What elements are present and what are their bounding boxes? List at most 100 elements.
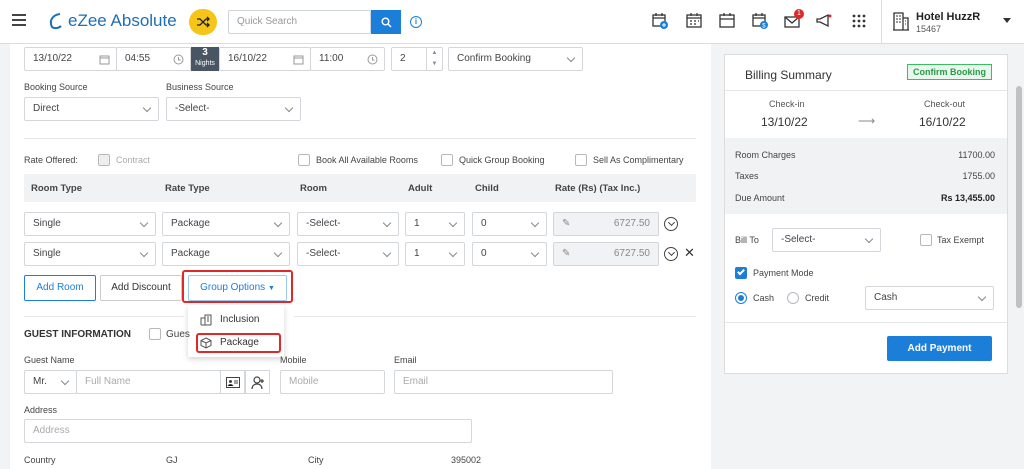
col-room-type: Room Type bbox=[31, 183, 83, 194]
checkin-time-field[interactable]: 04:55 bbox=[116, 47, 191, 71]
chevron-down-icon bbox=[273, 248, 283, 258]
rate-type-select[interactable]: Package bbox=[162, 242, 290, 266]
adult-select[interactable]: 1 bbox=[405, 212, 465, 236]
hotel-building-icon bbox=[893, 12, 909, 31]
room-value: -Select- bbox=[306, 248, 341, 259]
rate-field[interactable]: ✎ 6727.50 bbox=[553, 212, 659, 236]
header-divider bbox=[881, 0, 882, 44]
room-select[interactable]: -Select- bbox=[297, 212, 399, 236]
room-type-select[interactable]: Single bbox=[24, 212, 156, 236]
add-guest-button[interactable] bbox=[245, 370, 270, 394]
checkin-date-field[interactable]: 13/10/22 bbox=[24, 47, 117, 71]
chevron-down-icon bbox=[139, 248, 149, 258]
col-room: Room bbox=[300, 183, 327, 194]
info-icon[interactable]: i bbox=[410, 16, 422, 28]
chevron-down-icon bbox=[530, 218, 540, 228]
billing-summary-panel: Billing Summary Confirm Booking Check-in… bbox=[724, 54, 1008, 374]
rate-value: 6727.50 bbox=[613, 248, 650, 259]
id-card-button[interactable] bbox=[220, 370, 245, 394]
cash-label: Cash bbox=[753, 293, 775, 303]
rate-type-select[interactable]: Package bbox=[162, 212, 290, 236]
scrollbar[interactable] bbox=[1016, 86, 1022, 308]
app-logo[interactable]: eZee Absolute bbox=[48, 10, 177, 32]
country-label: Country bbox=[24, 455, 56, 465]
business-source-label: Business Source bbox=[166, 82, 234, 92]
search-icon bbox=[381, 17, 391, 27]
calendar-plus-icon[interactable] bbox=[651, 12, 669, 30]
chevron-down-icon bbox=[60, 376, 70, 386]
room-type-select[interactable]: Single bbox=[24, 242, 156, 266]
payment-type-select[interactable]: Cash bbox=[865, 286, 994, 310]
group-options-button[interactable]: Group Options ▼ bbox=[188, 275, 287, 301]
child-select[interactable]: 0 bbox=[472, 212, 547, 236]
credit-radio[interactable] bbox=[787, 292, 799, 304]
tax-exempt-checkbox[interactable] bbox=[920, 234, 932, 246]
hamburger-menu-icon[interactable] bbox=[12, 14, 26, 26]
chevron-down-icon bbox=[566, 53, 576, 63]
add-discount-button[interactable]: Add Discount bbox=[100, 275, 182, 301]
book-all-rooms-checkbox[interactable] bbox=[298, 154, 310, 166]
bill-to-value: -Select- bbox=[781, 234, 816, 245]
divider bbox=[725, 90, 1007, 91]
full-name-input[interactable]: Full Name bbox=[76, 370, 221, 394]
add-payment-button[interactable]: Add Payment bbox=[887, 336, 992, 361]
col-child: Child bbox=[475, 183, 499, 194]
hotel-dropdown-caret-icon[interactable] bbox=[1003, 18, 1011, 23]
checkout-label: Check-out bbox=[924, 99, 966, 109]
bill-to-select[interactable]: -Select- bbox=[772, 228, 881, 252]
checkin-date: 13/10/22 bbox=[761, 115, 808, 129]
rate-field[interactable]: ✎ 6727.50 bbox=[553, 242, 659, 266]
quick-group-booking-checkbox[interactable] bbox=[441, 154, 453, 166]
room-count-stepper[interactable]: 2 ▲ ▼ bbox=[391, 47, 443, 71]
address-input[interactable]: Address bbox=[24, 419, 472, 443]
divider bbox=[725, 322, 1007, 323]
room-charges-value: 11700.00 bbox=[958, 150, 995, 160]
inclusion-icon bbox=[200, 314, 212, 326]
checkout-time-field[interactable]: 11:00 bbox=[310, 47, 385, 71]
salutation-select[interactable]: Mr. bbox=[24, 370, 77, 394]
complimentary-checkbox[interactable] bbox=[575, 154, 587, 166]
calendar-dollar-icon[interactable]: $ bbox=[751, 12, 769, 30]
booking-status-select[interactable]: Confirm Booking bbox=[448, 47, 583, 71]
cash-radio[interactable] bbox=[735, 292, 747, 304]
col-rate: Rate (Rs) (Tax Inc.) bbox=[555, 183, 641, 194]
taxes-value: 1755.00 bbox=[962, 171, 995, 181]
adult-value: 1 bbox=[414, 248, 420, 259]
quick-search-input[interactable]: Quick Search bbox=[228, 10, 371, 34]
nights-badge: 3 Nights bbox=[191, 47, 219, 71]
search-button[interactable] bbox=[371, 10, 401, 34]
remove-row-icon[interactable]: ✕ bbox=[684, 245, 695, 261]
add-room-button[interactable]: Add Room bbox=[24, 275, 96, 301]
business-source-select[interactable]: -Select- bbox=[166, 97, 301, 121]
room-select[interactable]: -Select- bbox=[297, 242, 399, 266]
pencil-icon: ✎ bbox=[562, 218, 571, 229]
mobile-input[interactable]: Mobile bbox=[280, 370, 385, 394]
megaphone-icon[interactable] bbox=[815, 12, 833, 30]
shuffle-icon[interactable] bbox=[189, 9, 217, 35]
calendar-icon[interactable] bbox=[718, 12, 736, 30]
adult-select[interactable]: 1 bbox=[405, 242, 465, 266]
clock-icon bbox=[173, 54, 184, 65]
apps-grid-icon[interactable] bbox=[850, 12, 868, 30]
guest-checkbox[interactable] bbox=[149, 328, 161, 340]
expand-row-icon[interactable] bbox=[664, 247, 678, 261]
stepper-arrows-icon[interactable]: ▲ ▼ bbox=[426, 48, 442, 70]
taxes-label: Taxes bbox=[735, 171, 759, 181]
child-select[interactable]: 0 bbox=[472, 242, 547, 266]
clock-icon bbox=[367, 54, 378, 65]
package-icon bbox=[200, 337, 212, 349]
room-value: -Select- bbox=[306, 218, 341, 229]
contract-checkbox[interactable] bbox=[98, 154, 110, 166]
chevron-down-icon bbox=[139, 218, 149, 228]
rate-value: 6727.50 bbox=[613, 218, 650, 229]
calendar-grid-icon[interactable] bbox=[685, 12, 703, 30]
checkout-date-field[interactable]: 16/10/22 bbox=[219, 47, 311, 71]
email-input[interactable]: Email bbox=[394, 370, 613, 394]
menu-item-inclusion[interactable]: Inclusion bbox=[196, 311, 280, 329]
hotel-name[interactable]: Hotel HuzzR bbox=[916, 11, 980, 23]
booking-source-select[interactable]: Direct bbox=[24, 97, 159, 121]
payment-mode-checkbox[interactable] bbox=[735, 267, 747, 279]
expand-row-icon[interactable] bbox=[664, 217, 678, 231]
checkin-label: Check-in bbox=[769, 99, 805, 109]
menu-item-package[interactable]: Package bbox=[196, 333, 281, 353]
